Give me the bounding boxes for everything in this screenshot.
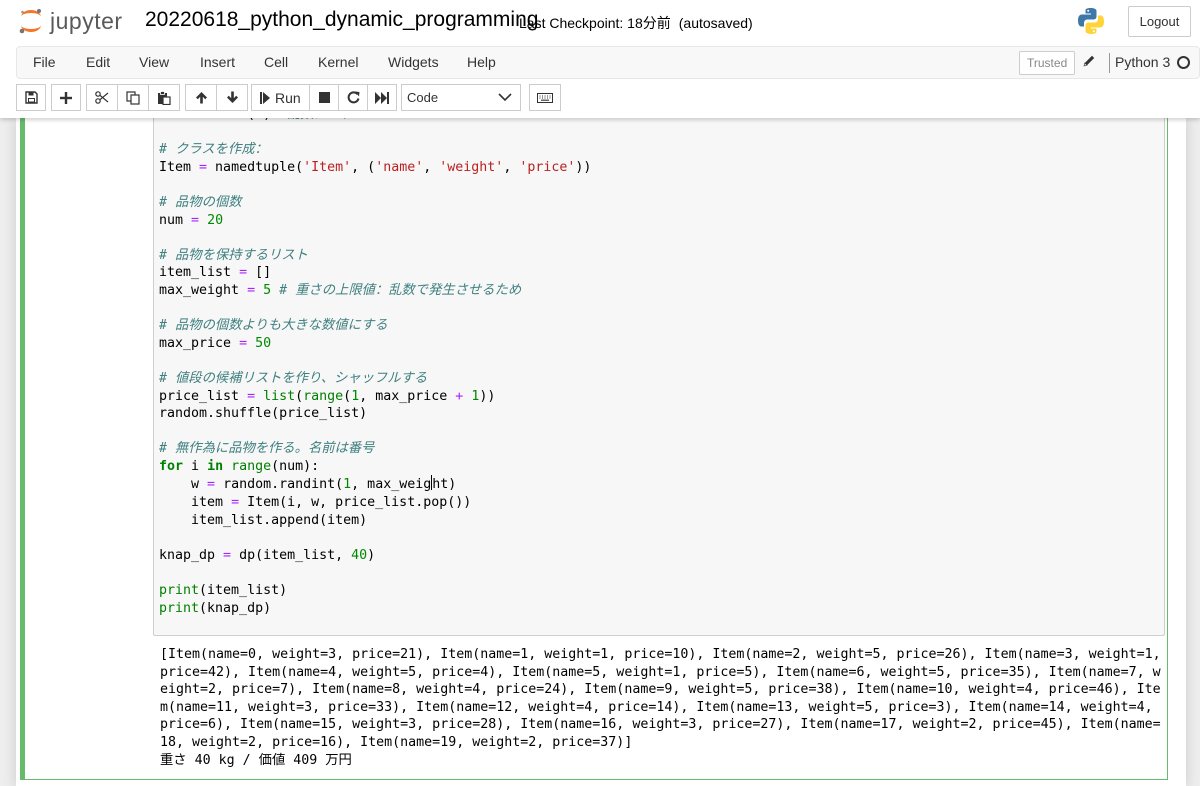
paste-button[interactable] (148, 84, 180, 111)
fast-forward-icon (375, 91, 389, 104)
interrupt-button[interactable] (309, 84, 339, 111)
kernel-name[interactable]: Python 3 (1115, 54, 1170, 70)
run-label: Run (275, 89, 301, 106)
code-line: w = random.randint(1, max_weight) (159, 475, 457, 493)
insert-cell-button[interactable] (51, 84, 81, 111)
menu-kernel[interactable]: Kernel (318, 54, 358, 70)
code-line: for i in range(num): (159, 458, 320, 474)
restart-button[interactable] (338, 84, 368, 111)
menu-edit[interactable]: Edit (86, 54, 110, 70)
menu-cell[interactable]: Cell (264, 54, 288, 70)
notebook-header: jupyter 20220618_python_dynamic_programm… (0, 0, 1200, 118)
logo-text: jupyter (50, 7, 123, 34)
code-line: price_list = list(range(1, max_price + 1… (159, 388, 496, 404)
code-line: # 品物を保持するリスト (159, 247, 308, 263)
code-line: # 品物の個数 (159, 194, 242, 210)
code-line: # 品物の個数よりも大きな数値にする (159, 318, 388, 334)
code-line: print(item_list) (159, 583, 288, 599)
chevron-down-icon (498, 93, 512, 102)
notebook-site: random.seed(1)# 乱数シード # クラスを作成：Item = na… (0, 118, 1200, 786)
copy-icon (126, 90, 140, 105)
code-line: # クラスを作成： (159, 142, 268, 158)
code-line: # 値段の候補リストを作り、シャッフルする (159, 370, 428, 386)
menu-view[interactable]: View (139, 54, 169, 70)
code-editor[interactable]: random.seed(1)# 乱数シード # クラスを作成：Item = na… (159, 118, 591, 617)
menu-insert[interactable]: Insert (200, 54, 235, 70)
pencil-icon[interactable] (1083, 54, 1096, 70)
menu-widgets[interactable]: Widgets (388, 54, 439, 70)
cell-output: [Item(name=0, weight=3, price=21), Item(… (155, 644, 1167, 769)
notebook-title[interactable]: 20220618_python_dynamic_programming (145, 8, 538, 32)
kernel-separator (1109, 53, 1110, 73)
notebook-page: random.seed(1)# 乱数シード # クラスを作成：Item = na… (16, 118, 1186, 786)
stop-icon (318, 92, 330, 103)
paste-icon (158, 90, 171, 105)
cell-type-select[interactable]: Code (401, 84, 521, 111)
python-logo-icon (1078, 8, 1104, 34)
code-line: max_weight = 5 # 重さの上限値：乱数で発生させるため (159, 282, 522, 298)
cut-icon (95, 91, 109, 104)
code-line: item_list.append(item) (159, 512, 368, 528)
move-up-button[interactable] (185, 84, 217, 111)
run-button[interactable]: Run (251, 84, 310, 111)
menu-help[interactable]: Help (467, 54, 496, 70)
plus-icon (60, 91, 72, 104)
code-input-area[interactable]: random.seed(1)# 乱数シード # クラスを作成：Item = na… (153, 118, 1165, 636)
trusted-indicator[interactable]: Trusted (1019, 51, 1076, 75)
code-line: max_price = 50 (159, 335, 272, 351)
cut-button[interactable] (86, 84, 118, 111)
code-line: Item = namedtuple('Item', ('name', 'weig… (159, 159, 592, 175)
arrow-up-icon (195, 92, 207, 104)
jupyter-logo[interactable]: jupyter (18, 6, 123, 36)
copy-button[interactable] (117, 84, 149, 111)
kernel-idle-icon (1177, 56, 1190, 69)
output-text: [Item(name=0, weight=3, price=21), Item(… (160, 647, 1161, 768)
code-line: # 無作為に品物を作る。名前は番号 (159, 441, 375, 457)
menu-file[interactable]: File (33, 54, 56, 70)
jupyter-logo-icon (19, 9, 41, 34)
menubar: File Edit View Insert Cell Kernel Widget… (16, 46, 1200, 79)
checkpoint-label: Last Checkpoint: 18分前 (519, 15, 671, 31)
save-button[interactable] (16, 84, 46, 111)
code-line: item_list = [] (159, 265, 272, 281)
code-line: random.shuffle(price_list) (159, 406, 368, 422)
save-icon (24, 91, 38, 104)
checkpoint-status: Last Checkpoint: 18分前 (autosaved) (519, 13, 753, 33)
cell-type-value: Code (407, 90, 439, 105)
code-line: print(knap_dp) (159, 600, 272, 616)
step-forward-icon (260, 91, 270, 104)
code-cell[interactable]: random.seed(1)# 乱数シード # クラスを作成：Item = na… (20, 118, 1168, 780)
autosave-status: (autosaved) (678, 15, 753, 31)
code-line: knap_dp = dp(item_list, 40) (159, 547, 376, 563)
restart-icon (347, 91, 359, 104)
text-cursor (431, 475, 433, 491)
restart-run-all-button[interactable] (367, 84, 397, 111)
command-palette-button[interactable] (529, 84, 561, 111)
logout-button[interactable]: Logout (1128, 6, 1191, 37)
code-line: item = Item(i, w, price_list.pop()) (159, 495, 472, 511)
code-line: num = 20 (159, 212, 224, 228)
keyboard-icon (537, 92, 553, 103)
arrow-down-icon (226, 91, 238, 103)
move-down-button[interactable] (216, 84, 248, 111)
